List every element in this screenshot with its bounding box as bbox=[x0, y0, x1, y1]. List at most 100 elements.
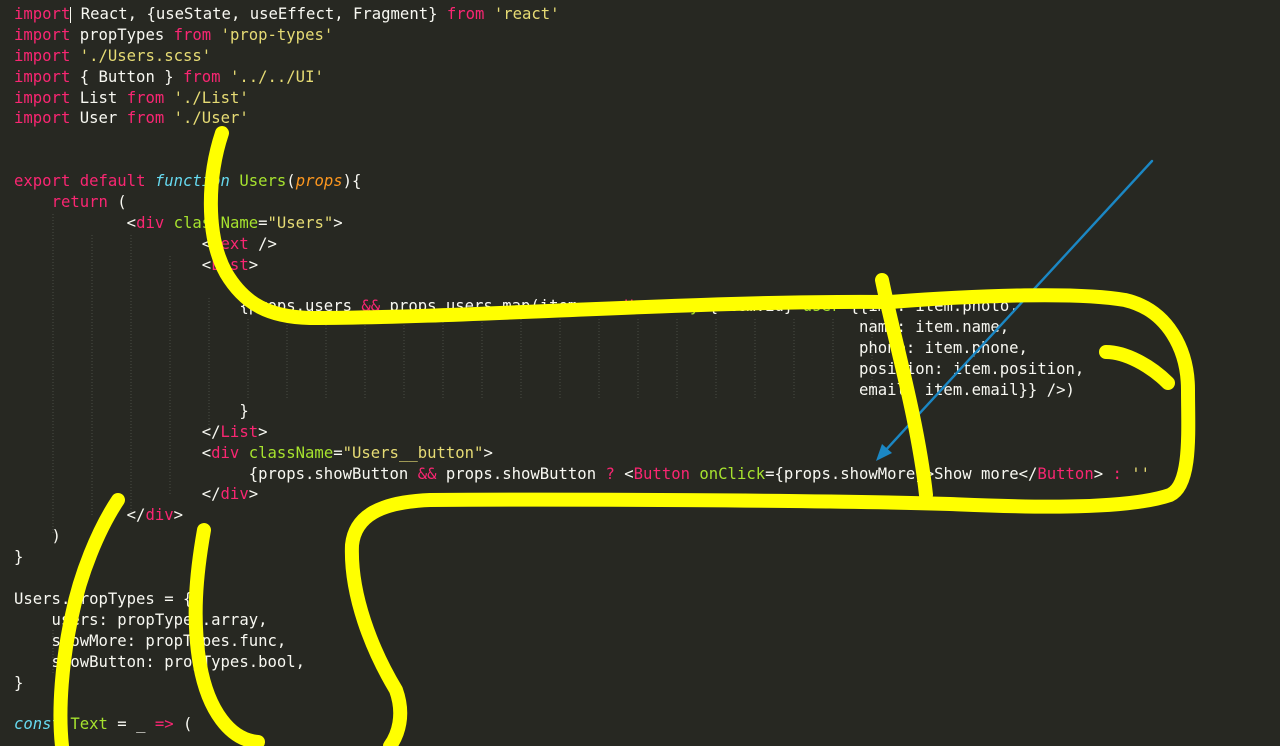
code-token: = bbox=[258, 213, 268, 232]
code-token: < bbox=[614, 464, 634, 483]
code-token: import bbox=[14, 88, 71, 107]
code-token: div bbox=[220, 485, 249, 504]
code-token: from bbox=[126, 109, 165, 128]
code-token: from bbox=[126, 88, 165, 107]
code-line[interactable]: import User from './User' bbox=[14, 108, 1150, 129]
code-token: ={item.id} bbox=[699, 297, 803, 316]
code-line[interactable]: <Text /> bbox=[14, 234, 1150, 255]
code-token: './List' bbox=[173, 88, 249, 107]
code-line[interactable]: import propTypes from 'prop-types' bbox=[14, 25, 1150, 46]
code-token: default bbox=[79, 172, 146, 191]
code-line[interactable]: <List> bbox=[14, 255, 1150, 276]
code-line[interactable]: showButton: propTypes.bool, bbox=[14, 652, 1150, 673]
code-line[interactable]: import './Users.scss' bbox=[14, 46, 1150, 67]
code-token: < bbox=[14, 213, 137, 232]
code-token: './Users.scss' bbox=[79, 46, 212, 65]
code-token: users: propTypes.array, bbox=[14, 610, 268, 629]
code-line[interactable]: name: item.name, bbox=[14, 317, 1150, 338]
code-line[interactable]: } bbox=[14, 673, 1150, 694]
code-token: props bbox=[295, 172, 343, 191]
code-line[interactable]: const Text = _ => ( bbox=[14, 714, 1150, 735]
code-line[interactable]: import List from './List' bbox=[14, 88, 1150, 109]
code-token: user bbox=[802, 297, 841, 316]
code-lines[interactable]: import React, {useState, useEffect, Frag… bbox=[14, 4, 1150, 735]
code-token: email: item.email}} />) bbox=[14, 381, 1075, 400]
code-token: div bbox=[136, 213, 165, 232]
code-token: '' bbox=[1121, 464, 1151, 483]
code-token: ? bbox=[605, 464, 615, 483]
code-line[interactable]: </div> bbox=[14, 484, 1150, 505]
code-token: import bbox=[14, 25, 71, 44]
code-token: phone: item.phone, bbox=[14, 339, 1028, 358]
code-token: List bbox=[220, 422, 259, 441]
code-token: 'react' bbox=[493, 5, 560, 23]
code-token: propTypes bbox=[70, 25, 174, 44]
code-line[interactable]: return ( bbox=[14, 192, 1150, 213]
code-token: < bbox=[14, 234, 212, 253]
code-line[interactable]: <div className="Users"> bbox=[14, 213, 1150, 234]
code-token: Text bbox=[70, 715, 108, 734]
code-token: > bbox=[1093, 464, 1113, 483]
code-line[interactable]: email: item.email}} />) bbox=[14, 380, 1150, 401]
code-token: /> bbox=[248, 234, 277, 253]
code-token: showButton: propTypes.bool, bbox=[14, 652, 306, 671]
code-line[interactable]: users: propTypes.array, bbox=[14, 610, 1150, 631]
code-token: {props.users bbox=[14, 297, 362, 316]
code-token: from bbox=[446, 5, 485, 23]
code-token: ){ bbox=[342, 172, 362, 191]
code-line[interactable] bbox=[14, 150, 1150, 171]
code-token: const bbox=[14, 715, 61, 734]
code-line[interactable]: ) bbox=[14, 526, 1150, 547]
code-token: '../../UI' bbox=[229, 67, 324, 86]
code-token: < bbox=[14, 255, 212, 274]
code-line[interactable] bbox=[14, 129, 1150, 150]
code-line[interactable]: import { Button } from '../../UI' bbox=[14, 67, 1150, 88]
code-token: </ bbox=[14, 506, 146, 525]
code-line[interactable]: Users.propTypes = { bbox=[14, 589, 1150, 610]
code-token: './User' bbox=[173, 109, 249, 128]
code-token: ( bbox=[107, 193, 127, 212]
code-token: ) bbox=[14, 527, 61, 546]
code-token: Button bbox=[633, 464, 690, 483]
code-editor[interactable]: import React, {useState, useEffect, Frag… bbox=[0, 0, 1280, 746]
code-token: import bbox=[14, 46, 71, 65]
code-token: className bbox=[248, 443, 334, 462]
code-line[interactable]: {props.showButton && props.showButton ? … bbox=[14, 464, 1150, 485]
code-line[interactable] bbox=[14, 568, 1150, 589]
code-line[interactable]: position: item.position, bbox=[14, 359, 1150, 380]
code-token: > bbox=[248, 255, 259, 274]
code-token: } bbox=[14, 548, 24, 567]
code-line[interactable]: </List> bbox=[14, 422, 1150, 443]
code-line[interactable]: } bbox=[14, 547, 1150, 568]
code-line[interactable] bbox=[14, 276, 1150, 297]
code-token: User bbox=[70, 109, 127, 128]
code-token: > bbox=[333, 213, 343, 232]
code-line[interactable]: } bbox=[14, 401, 1150, 422]
code-line[interactable] bbox=[14, 693, 1150, 714]
code-token: > bbox=[248, 485, 259, 504]
code-line[interactable]: phone: item.phone, bbox=[14, 338, 1150, 359]
code-line[interactable]: {props.users && props.users.map(item => … bbox=[14, 296, 1150, 317]
code-line[interactable]: <div className="Users__button"> bbox=[14, 443, 1150, 464]
code-token: div bbox=[145, 506, 174, 525]
code-token: User bbox=[624, 297, 662, 316]
code-token: {props.showButton bbox=[14, 464, 418, 483]
code-token: </ bbox=[14, 485, 221, 504]
code-token: && bbox=[361, 297, 381, 316]
code-line[interactable]: import React, {useState, useEffect, Frag… bbox=[14, 4, 1150, 25]
code-token: > bbox=[483, 443, 493, 462]
code-token: ={{img: item.photo, bbox=[840, 297, 1019, 316]
code-line[interactable]: export default function Users(props){ bbox=[14, 171, 1150, 192]
code-line[interactable]: </div> bbox=[14, 505, 1150, 526]
code-token: export bbox=[14, 172, 71, 191]
code-line[interactable]: showMore: propTypes.func, bbox=[14, 631, 1150, 652]
code-token: 'prop-types' bbox=[220, 25, 334, 44]
